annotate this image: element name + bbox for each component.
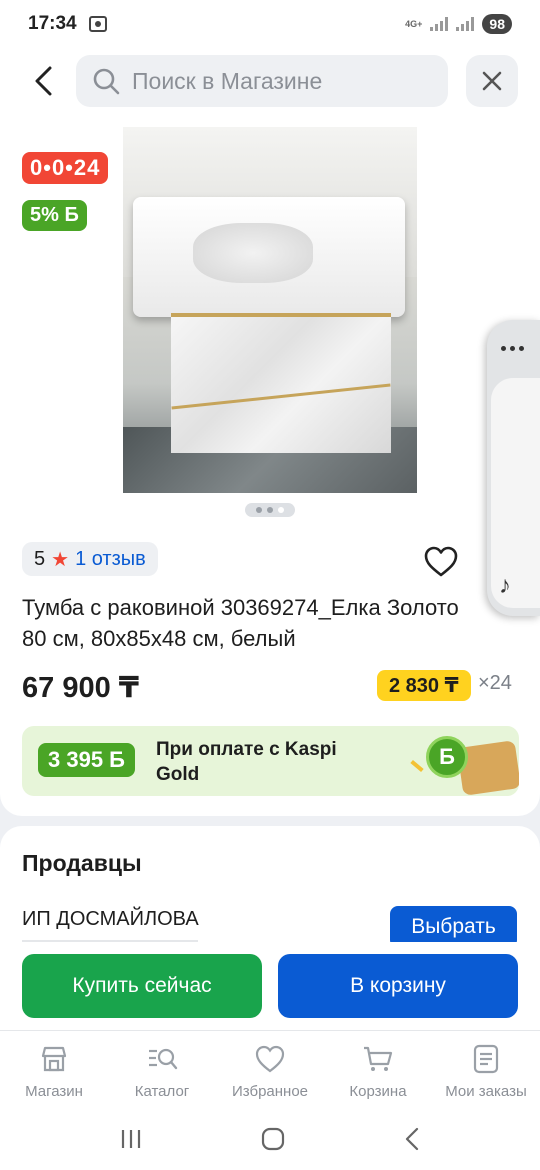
nav-item-cart[interactable]: Корзина: [324, 1031, 432, 1108]
back-arrow-icon: [35, 66, 52, 96]
product-title: Тумба с раковиной 30369274_Елка Золото 8…: [22, 595, 459, 651]
reviews-link[interactable]: 1 отзыв: [75, 548, 146, 571]
action-bar: Купить сейчас В корзину: [0, 942, 540, 1030]
bonus-coin-icon: Б: [426, 736, 468, 778]
nav-item-store[interactable]: Магазин: [0, 1031, 108, 1108]
store-icon: [41, 1046, 67, 1072]
status-indicators: 4G+ 98: [405, 14, 512, 34]
heart-outline-icon: [424, 546, 458, 577]
catalog-icon: [149, 1048, 178, 1070]
top-bar: [0, 48, 540, 114]
seller-name[interactable]: ИП ДОСМАЙЛОВА: [22, 908, 199, 931]
floating-edge-panel[interactable]: ♪: [487, 320, 540, 616]
search-input[interactable]: [132, 67, 432, 95]
gallery-pagination: [245, 503, 295, 517]
nav-label: Каталог: [134, 1083, 190, 1100]
nav-label: Мои заказы: [445, 1083, 527, 1100]
home-icon[interactable]: [260, 1126, 286, 1152]
bottom-nav: Магазин Каталог Избранное Корзина Мои за…: [0, 1030, 540, 1108]
product-card: 0•0•24 5% Б 5 ★ 1 отзыв Тумба с раковино…: [0, 114, 540, 816]
gallery-dot: [256, 507, 262, 513]
sparkle-icon: [410, 759, 424, 773]
close-button[interactable]: [466, 55, 518, 107]
battery-level: 98: [482, 14, 512, 34]
search-box[interactable]: [76, 55, 448, 107]
rating-score: 5: [34, 547, 46, 570]
search-icon: [93, 68, 120, 95]
nav-label: Избранное: [231, 1083, 309, 1100]
product-price: 67 900 ₸: [22, 672, 139, 704]
heart-icon: [255, 1045, 285, 1073]
back-button[interactable]: [24, 62, 62, 100]
nav-item-favorites[interactable]: Избранное: [216, 1031, 324, 1108]
orders-icon: [473, 1044, 499, 1074]
nav-item-catalog[interactable]: Каталог: [108, 1031, 216, 1108]
status-time: 17:34: [28, 13, 77, 34]
star-icon: ★: [51, 548, 70, 571]
favorite-button[interactable]: [424, 546, 458, 578]
system-back-icon[interactable]: [402, 1126, 422, 1152]
cart-icon: [364, 1046, 393, 1071]
image-basin: [193, 223, 313, 283]
add-to-cart-button[interactable]: В корзину: [278, 954, 518, 1018]
music-note-icon[interactable]: ♪: [499, 572, 511, 600]
recent-apps-icon[interactable]: [118, 1127, 144, 1151]
status-bar: 17:34 4G+ 98: [0, 0, 540, 48]
screenshot-icon: [88, 16, 107, 32]
nav-label: Корзина: [349, 1083, 407, 1100]
gold-banner-text: При оплате с Kaspi Gold: [156, 739, 337, 785]
nav-label: Магазин: [25, 1083, 83, 1100]
buy-now-button[interactable]: Купить сейчас: [22, 954, 262, 1018]
gallery-dot: [267, 507, 273, 513]
network-type: 4G+: [405, 18, 423, 29]
rating-chip[interactable]: 5 ★ 1 отзыв: [22, 542, 158, 576]
nav-item-orders[interactable]: Мои заказы: [432, 1031, 540, 1108]
monthly-price-badge[interactable]: 2 830 ₸: [377, 670, 471, 701]
monthly-multiplier: ×24: [478, 672, 512, 694]
kaspi-gold-banner[interactable]: 3 395 Б При оплате с Kaspi Gold Б: [22, 726, 519, 796]
signal-icon-2: [456, 17, 475, 31]
close-icon: [482, 71, 502, 91]
image-cabinet: [171, 313, 391, 453]
gallery-dot-active: [278, 507, 284, 513]
more-icon[interactable]: [501, 346, 524, 351]
sellers-title: Продавцы: [22, 850, 142, 876]
bonus-badge: 5% Б: [22, 200, 87, 231]
gold-bonus-badge: 3 395 Б: [38, 743, 135, 777]
signal-icon: [430, 17, 449, 31]
installment-badge: 0•0•24: [22, 152, 109, 184]
system-nav-bar: [0, 1108, 540, 1170]
product-image[interactable]: [123, 127, 417, 493]
